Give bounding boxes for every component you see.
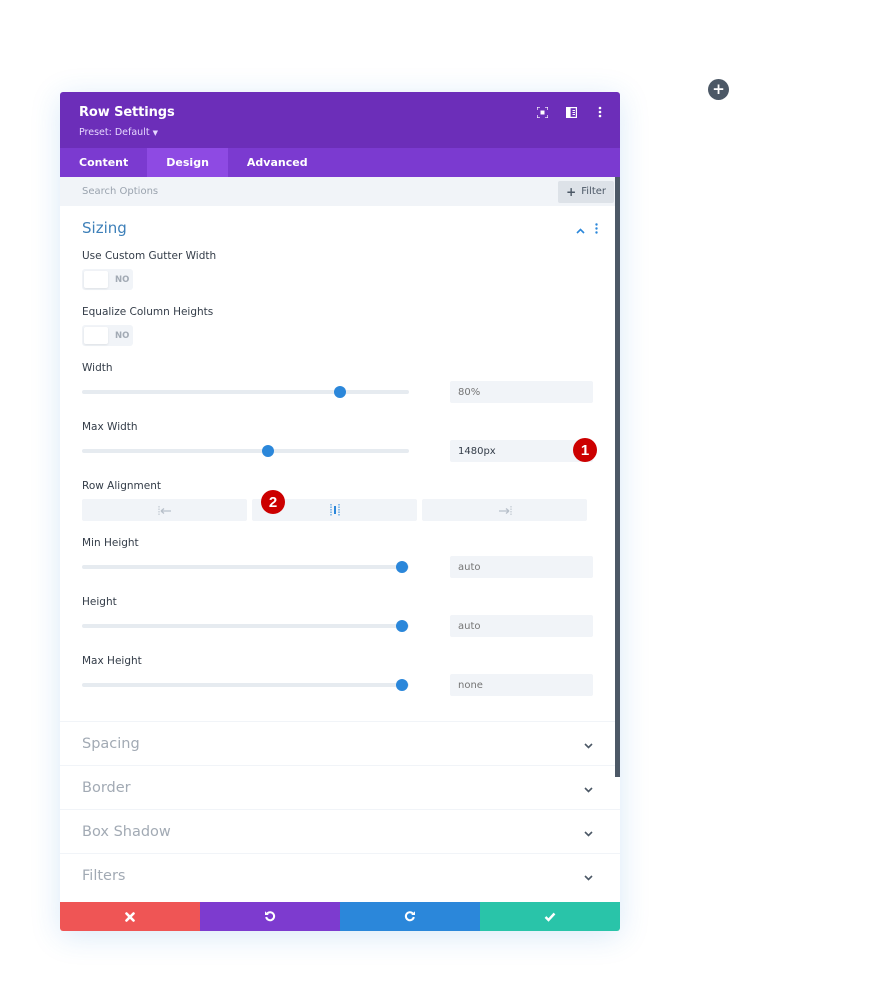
redo-icon xyxy=(404,907,416,926)
toggle-state: NO xyxy=(115,330,130,341)
align-center-icon xyxy=(329,501,341,520)
modal-header: Row Settings Preset: Default ▼ xyxy=(60,92,620,148)
max-height-field: Max Height xyxy=(60,655,620,721)
preset-dropdown[interactable]: Preset: Default ▼ xyxy=(79,127,158,138)
more-options-icon[interactable] xyxy=(594,106,606,118)
spacing-title: Spacing xyxy=(82,735,140,752)
equalize-column-heights-label: Equalize Column Heights xyxy=(82,306,214,318)
sizing-title: Sizing xyxy=(82,219,127,237)
row-settings-modal: Row Settings Preset: Default ▼ Content D… xyxy=(60,92,620,931)
fullscreen-icon[interactable] xyxy=(536,106,548,118)
tab-content[interactable]: Content xyxy=(60,148,147,177)
custom-gutter-width-toggle[interactable]: NO xyxy=(82,269,133,290)
slider-thumb[interactable] xyxy=(396,561,409,573)
max-width-input[interactable] xyxy=(450,440,593,462)
custom-gutter-width-field: Use Custom Gutter Width NO xyxy=(60,250,620,306)
border-section-toggle[interactable]: Border xyxy=(60,765,620,809)
align-left-button[interactable] xyxy=(82,499,247,521)
search-row: + Filter xyxy=(60,177,620,206)
tab-design[interactable]: Design xyxy=(147,148,228,177)
check-icon xyxy=(544,907,556,926)
slider-thumb[interactable] xyxy=(396,620,409,632)
settings-body: + Filter Sizing Use Custom Gutter Width xyxy=(60,177,620,902)
split-view-icon[interactable] xyxy=(565,106,577,118)
row-alignment-label: Row Alignment xyxy=(82,480,161,492)
filter-button[interactable]: + Filter xyxy=(558,180,614,203)
redo-button[interactable] xyxy=(340,902,480,931)
height-field: Height xyxy=(60,596,620,655)
min-height-field: Min Height xyxy=(60,537,620,596)
annotation-badge-1: 1 xyxy=(573,438,597,462)
equalize-column-heights-field: Equalize Column Heights NO xyxy=(60,306,620,362)
tab-bar: Content Design Advanced xyxy=(60,148,620,177)
filter-label: Filter xyxy=(581,186,606,197)
box-shadow-section-toggle[interactable]: Box Shadow xyxy=(60,809,620,853)
box-shadow-title: Box Shadow xyxy=(82,823,171,840)
width-input[interactable] xyxy=(450,381,593,403)
height-input[interactable] xyxy=(450,615,593,637)
chevron-down-icon xyxy=(584,866,593,885)
width-field: Width xyxy=(60,362,620,421)
slider-thumb[interactable] xyxy=(334,386,347,398)
preset-label: Preset: Default xyxy=(79,127,150,138)
undo-button[interactable] xyxy=(200,902,340,931)
caret-down-icon: ▼ xyxy=(152,128,158,137)
filters-title: Filters xyxy=(82,867,126,884)
toggle-knob xyxy=(84,271,108,288)
discard-button[interactable] xyxy=(60,902,200,931)
equalize-column-heights-toggle[interactable]: NO xyxy=(82,325,133,346)
height-label: Height xyxy=(82,596,117,608)
max-width-label: Max Width xyxy=(82,421,138,433)
min-height-input[interactable] xyxy=(450,556,593,578)
height-slider[interactable] xyxy=(82,620,409,632)
chevron-up-icon[interactable] xyxy=(576,219,585,238)
modal-footer xyxy=(60,902,620,931)
chevron-down-icon xyxy=(584,734,593,753)
chevron-down-icon xyxy=(584,778,593,797)
close-icon xyxy=(125,907,135,926)
border-title: Border xyxy=(82,779,131,796)
width-slider[interactable] xyxy=(82,386,409,398)
min-height-slider[interactable] xyxy=(82,561,409,573)
save-button[interactable] xyxy=(480,902,620,931)
max-width-field: Max Width 1 xyxy=(60,421,620,480)
slider-thumb[interactable] xyxy=(396,679,409,691)
plus-icon: + xyxy=(712,80,725,98)
toggle-state: NO xyxy=(115,274,130,285)
row-alignment-field: Row Alignment 2 xyxy=(60,480,620,537)
plus-icon: + xyxy=(566,184,577,199)
annotation-badge-2: 2 xyxy=(261,490,285,514)
section-options-icon[interactable] xyxy=(595,219,598,238)
chevron-down-icon xyxy=(584,822,593,841)
modal-title: Row Settings xyxy=(79,105,175,120)
width-label: Width xyxy=(82,362,113,374)
custom-gutter-width-label: Use Custom Gutter Width xyxy=(82,250,217,262)
undo-icon xyxy=(264,907,276,926)
toggle-knob xyxy=(84,327,108,344)
spacing-section-toggle[interactable]: Spacing xyxy=(60,721,620,765)
max-height-input[interactable] xyxy=(450,674,593,696)
slider-thumb[interactable] xyxy=(262,445,275,457)
add-section-button[interactable]: + xyxy=(708,79,729,100)
min-height-label: Min Height xyxy=(82,537,139,549)
align-left-icon xyxy=(158,501,172,520)
align-right-icon xyxy=(498,501,512,520)
filters-section-toggle[interactable]: Filters xyxy=(60,853,620,897)
tab-advanced[interactable]: Advanced xyxy=(228,148,327,177)
search-options-input[interactable] xyxy=(82,186,382,197)
align-right-button[interactable] xyxy=(422,499,587,521)
max-height-slider[interactable] xyxy=(82,679,409,691)
sizing-section-header[interactable]: Sizing xyxy=(60,206,620,250)
max-width-slider[interactable] xyxy=(82,445,409,457)
max-height-label: Max Height xyxy=(82,655,142,667)
